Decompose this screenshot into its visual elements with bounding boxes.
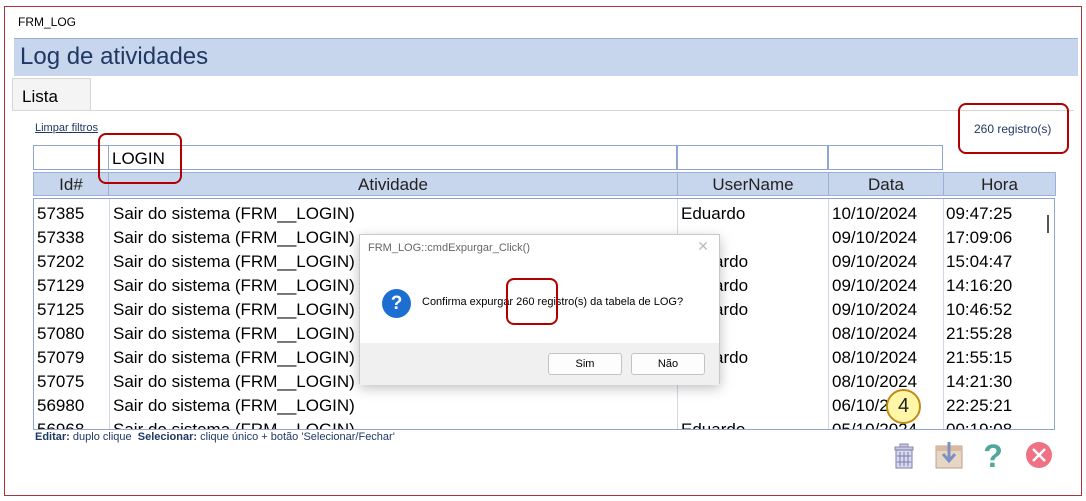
help-select-label: Selecionar: bbox=[137, 431, 198, 443]
cell-atividade: Sair do sistema (FRM__LOGIN) bbox=[113, 324, 355, 343]
cell-data: 09/10/2024 bbox=[832, 252, 918, 271]
filter-username-input[interactable] bbox=[677, 145, 828, 170]
cell-data: 08/10/2024 bbox=[832, 348, 918, 367]
svg-text:?: ? bbox=[983, 438, 1003, 472]
cell-username: Eduardo bbox=[681, 204, 746, 223]
cell-id: 57079 bbox=[37, 348, 85, 367]
export-icon bbox=[935, 442, 963, 469]
tab-lista[interactable]: Lista bbox=[12, 78, 91, 111]
purge-button[interactable] bbox=[887, 438, 921, 472]
highlight-dialog-count bbox=[506, 278, 558, 325]
cell-id: 57125 bbox=[37, 300, 85, 319]
column-header-hora[interactable]: Hora bbox=[943, 172, 1056, 196]
cell-atividade: Sair do sistema (FRM__LOGIN) bbox=[113, 228, 355, 247]
cell-hora: 22:25:21 bbox=[946, 396, 1013, 415]
clear-filters-link[interactable]: Limpar filtros bbox=[35, 122, 98, 134]
cell-atividade: Sair do sistema (FRM__LOGIN) bbox=[113, 348, 355, 367]
cell-atividade: Sair do sistema (FRM__LOGIN) bbox=[113, 420, 355, 430]
export-button[interactable] bbox=[932, 438, 966, 472]
column-header-data[interactable]: Data bbox=[828, 172, 944, 196]
cell-id: 57129 bbox=[37, 276, 85, 295]
cell-data: 08/10/2024 bbox=[832, 324, 918, 343]
window-title: FRM_LOG bbox=[18, 15, 77, 29]
cell-id: 57075 bbox=[37, 372, 85, 391]
page-title: Log de atividades bbox=[20, 43, 209, 70]
cell-atividade: Sair do sistema (FRM__LOGIN) bbox=[113, 204, 355, 223]
cell-hora: 09:47:25 bbox=[946, 204, 1013, 223]
help-edit-label: Editar: bbox=[35, 431, 70, 443]
cell-hora: 17:09:06 bbox=[946, 228, 1013, 247]
help-button[interactable]: ? bbox=[976, 438, 1010, 474]
close-icon bbox=[1026, 442, 1052, 468]
column-header-atividade[interactable]: Atividade bbox=[108, 172, 678, 196]
cell-username: Eduardo bbox=[681, 420, 746, 430]
cell-id: 56968 bbox=[37, 420, 85, 430]
cell-hora: 15:04:47 bbox=[946, 252, 1013, 271]
cell-atividade: Sair do sistema (FRM__LOGIN) bbox=[113, 276, 355, 295]
cell-atividade: Sair do sistema (FRM__LOGIN) bbox=[113, 300, 355, 319]
cell-hora: 21:55:28 bbox=[946, 324, 1013, 343]
yes-button[interactable]: Sim bbox=[548, 353, 622, 375]
header-band: Log de atividades bbox=[14, 38, 1078, 76]
dialog-footer: Sim Não bbox=[360, 343, 719, 385]
cell-hora: 10:46:52 bbox=[946, 300, 1013, 319]
cell-atividade: Sair do sistema (FRM__LOGIN) bbox=[113, 396, 355, 415]
step-marker: 4 bbox=[886, 389, 921, 424]
cell-data: 09/10/2024 bbox=[832, 228, 918, 247]
dialog-close-icon[interactable]: ✕ bbox=[697, 238, 709, 255]
cell-data: 09/10/2024 bbox=[832, 276, 918, 295]
filter-atividade-input[interactable]: LOGIN bbox=[108, 145, 677, 170]
cell-hora: 14:21:30 bbox=[946, 372, 1013, 391]
cell-id: 57385 bbox=[37, 204, 85, 223]
scrollbar-thumb[interactable] bbox=[1047, 215, 1049, 233]
cell-atividade: Sair do sistema (FRM__LOGIN) bbox=[113, 252, 355, 271]
cell-hora: 21:55:15 bbox=[946, 348, 1013, 367]
table-row[interactable]: 57385 Sair do sistema (FRM__LOGIN) Eduar… bbox=[34, 201, 1054, 225]
grid-scrollbar[interactable] bbox=[1038, 199, 1054, 429]
cell-hora: 00:19:08 bbox=[946, 420, 1013, 430]
filter-data-input[interactable] bbox=[828, 145, 943, 170]
cell-id: 56980 bbox=[37, 396, 85, 415]
highlight-record-count bbox=[958, 103, 1069, 154]
close-form-button[interactable] bbox=[1022, 438, 1056, 472]
help-edit-text: duplo clique bbox=[72, 431, 132, 443]
cell-data: 10/10/2024 bbox=[832, 204, 918, 223]
cell-id: 57338 bbox=[37, 228, 85, 247]
column-header-username[interactable]: UserName bbox=[677, 172, 829, 196]
no-button[interactable]: Não bbox=[631, 353, 705, 375]
cell-hora: 14:16:20 bbox=[946, 276, 1013, 295]
cell-id: 57202 bbox=[37, 252, 85, 271]
dialog-title: FRM_LOG::cmdExpurgar_Click() bbox=[368, 242, 530, 254]
cell-id: 57080 bbox=[37, 324, 85, 343]
help-select-text: clique único + botão 'Selecionar/Fechar' bbox=[200, 431, 395, 443]
cell-data: 09/10/2024 bbox=[832, 300, 918, 319]
cell-atividade: Sair do sistema (FRM__LOGIN) bbox=[113, 372, 355, 391]
question-icon: ? bbox=[382, 289, 411, 318]
trash-icon bbox=[894, 443, 914, 469]
help-text: Editar: duplo clique Selecionar: clique … bbox=[35, 431, 395, 443]
highlight-filter bbox=[98, 133, 182, 184]
help-icon: ? bbox=[983, 438, 1003, 474]
